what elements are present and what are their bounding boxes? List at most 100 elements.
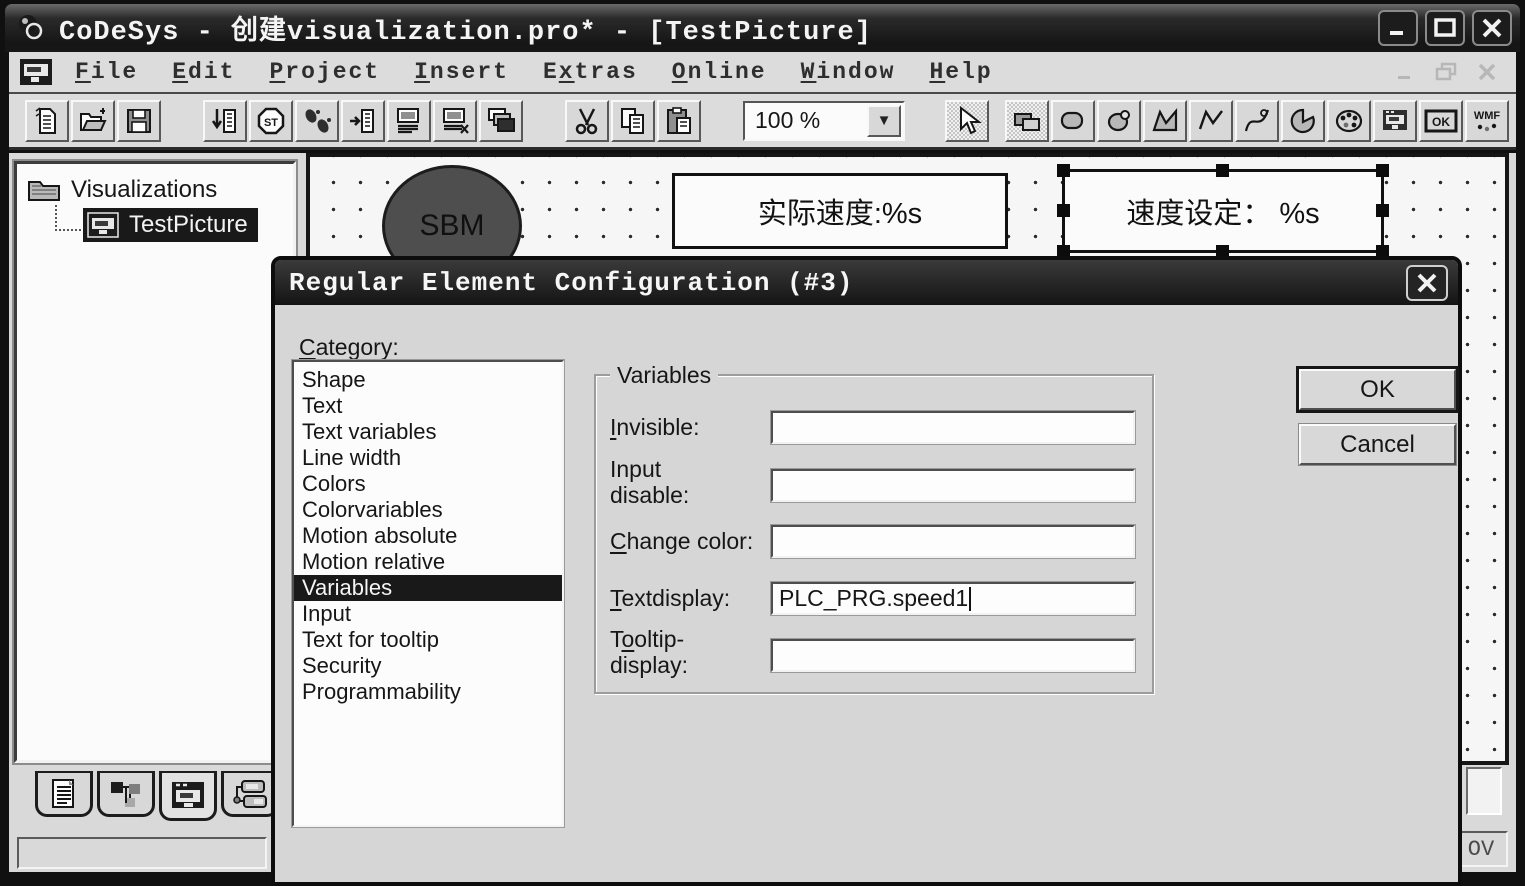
mdi-close-icon[interactable] [1476,61,1498,83]
input-disable-input[interactable] [770,468,1136,503]
text-element-actual-speed[interactable]: 实际速度:%s [672,173,1008,249]
tab-pous[interactable] [35,771,93,817]
dialog-close-button[interactable] [1406,264,1448,301]
status-overwrite-indicator: OV [1454,831,1508,867]
mdi-window-controls [1394,61,1506,83]
rectangle-tool-button[interactable] [1005,99,1049,142]
category-item-colors[interactable]: Colors [294,471,562,497]
stop-st-button[interactable]: ST [249,99,293,142]
dialog-title-bar[interactable]: Regular Element Configuration (#3) [275,260,1458,305]
selection-handle[interactable] [1057,164,1070,177]
polyline-tool-button[interactable] [1189,99,1233,142]
minimize-button[interactable] [1378,10,1418,46]
visualization-icon [87,212,119,238]
button-tool-button[interactable]: OK [1419,99,1463,142]
category-item-security[interactable]: Security [294,653,562,679]
variables-groupbox: Variables Invisible: Input disable: Chang… [594,362,1154,694]
download-button[interactable] [203,99,247,142]
category-item-text-variables[interactable]: Text variables [294,419,562,445]
menu-edit[interactable]: Edit [172,59,235,85]
category-item-motion-relative[interactable]: Motion relative [294,549,562,575]
textdisplay-label: Textdisplay: [610,585,731,611]
tab-data-types[interactable] [97,771,155,817]
menu-project[interactable]: Project [269,59,380,85]
change-color-label: Change color: [610,528,754,554]
step-button[interactable] [341,99,385,142]
login-button[interactable] [387,99,431,142]
cut-button[interactable] [565,99,609,142]
chevron-down-icon[interactable]: ▼ [867,104,901,137]
object-organizer-tabs [35,771,283,821]
dialog-title: Regular Element Configuration (#3) [289,267,854,298]
category-item-text-for-tooltip[interactable]: Text for tooltip [294,627,562,653]
maximize-button[interactable] [1425,10,1465,46]
select-cursor-button[interactable] [945,99,989,142]
category-item-motion-absolute[interactable]: Motion absolute [294,523,562,549]
category-item-variables-selected[interactable]: Variables [294,575,562,601]
save-button[interactable] [117,99,161,142]
selection-handle[interactable] [1216,164,1229,177]
library-button[interactable] [479,99,523,142]
tooltip-display-input[interactable] [770,638,1136,673]
ok-tool-glyph: OK [1432,115,1450,129]
menu-extras[interactable]: Extras [543,59,638,85]
menu-bar: File Edit Project Insert Extras Online W… [9,52,1516,94]
ok-button[interactable]: OK [1296,366,1459,413]
category-item-shape[interactable]: Shape [294,367,562,393]
menu-file[interactable]: File [75,59,138,85]
category-item-colorvariables[interactable]: Colorvariables [294,497,562,523]
polygon-tool-button[interactable] [1143,99,1187,142]
tooltip-display-label: Tooltip-display: [610,626,688,678]
bitmap-tool-button[interactable] [1327,99,1371,142]
menu-insert[interactable]: Insert [414,59,509,85]
tree-root-label: Visualizations [71,176,218,203]
window-title: CoDeSys - 创建visualization.pro* - [TestPi… [59,18,872,48]
menu-window[interactable]: Window [801,59,896,85]
tab-visualizations[interactable] [159,771,217,821]
toolbar: ST 100 % ▼ OK WMF [9,94,1516,150]
variables-group-label: Variables [610,362,719,389]
close-button[interactable] [1472,10,1512,46]
open-folder-button[interactable] [71,99,115,142]
category-listbox[interactable]: Shape Text Text variables Line width Col… [291,359,565,828]
wmf-tool-button[interactable]: WMF [1465,99,1509,142]
textdisplay-input[interactable]: PLC_PRG.speed1 [770,581,1136,616]
selection-handle[interactable] [1376,204,1389,217]
selection-handle[interactable] [1057,204,1070,217]
zoom-combobox[interactable]: 100 % ▼ [743,100,905,141]
folder-icon [27,177,61,203]
menu-online[interactable]: Online [672,59,767,85]
category-item-text[interactable]: Text [294,393,562,419]
category-item-line-width[interactable]: Line width [294,445,562,471]
mdi-minimize-icon[interactable] [1394,61,1416,83]
new-file-button[interactable] [25,99,69,142]
invisible-label: Invisible: [610,414,700,440]
visualization-tool-button[interactable] [1373,99,1417,142]
ellipse-tool-button[interactable] [1097,99,1141,142]
selection-handle[interactable] [1376,164,1389,177]
cancel-button[interactable]: Cancel [1298,423,1457,466]
paste-button[interactable] [657,99,701,142]
zoom-value: 100 % [755,107,821,133]
document-window-icon[interactable] [19,58,53,86]
svg-text:ST: ST [264,117,278,129]
curve-tool-button[interactable] [1235,99,1279,142]
pou-document-icon [52,778,74,808]
status-bar-message-area [17,837,267,869]
resources-icon [233,779,267,808]
menu-help[interactable]: Help [929,59,992,85]
tree-item-visualizations[interactable]: Visualizations [27,176,293,204]
category-item-programmability[interactable]: Programmability [294,679,562,705]
invisible-input[interactable] [770,410,1136,445]
tree-item-testpicture[interactable]: TestPicture [55,205,293,242]
run-trace-button[interactable] [295,99,339,142]
change-color-input[interactable] [770,524,1136,559]
rounded-rect-tool-button[interactable] [1051,99,1095,142]
copy-button[interactable] [611,99,655,142]
category-item-input[interactable]: Input [294,601,562,627]
text-element-speed-setting-selected[interactable]: 速度设定： %s [1057,164,1389,258]
mdi-restore-icon[interactable] [1434,61,1458,83]
data-types-icon [111,781,140,807]
logout-button[interactable] [433,99,477,142]
pie-tool-button[interactable] [1281,99,1325,142]
